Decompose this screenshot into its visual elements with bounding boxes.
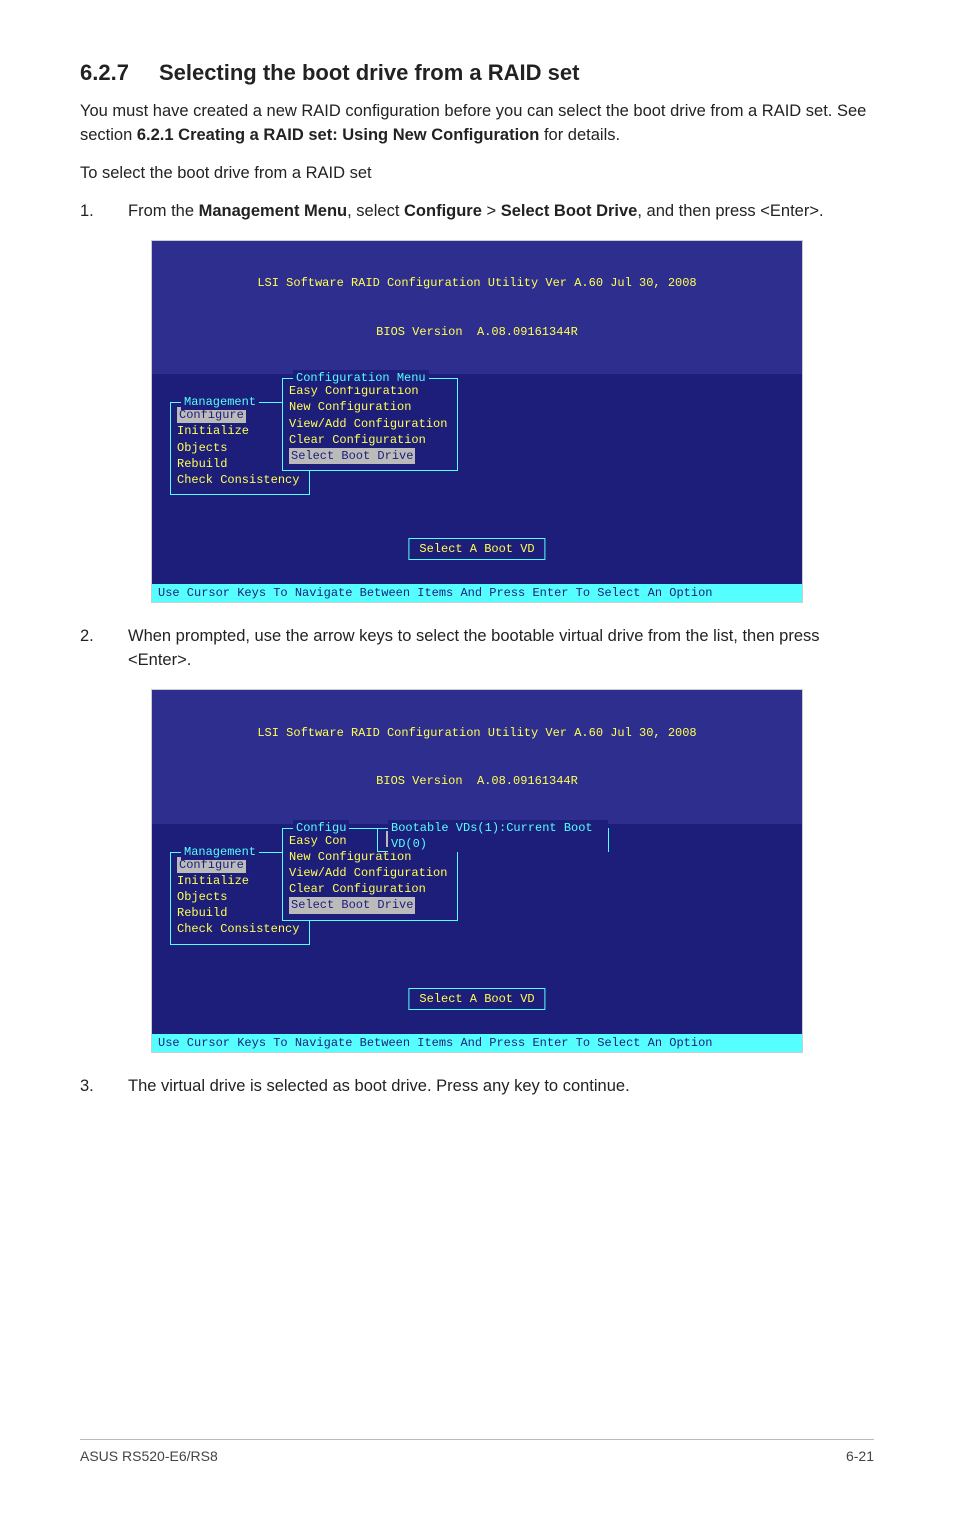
bootable-vds-box: Bootable VDs(1):Current Boot VD(0) Boot … [377, 828, 609, 852]
bios-body: Management Configure Initialize Objects … [152, 374, 802, 584]
cfg-item-select-boot: Select Boot Drive [289, 448, 415, 464]
intro-paragraph-1: You must have created a new RAID configu… [80, 100, 874, 148]
s1-d: Configure [404, 202, 482, 220]
bios-header-l1: LSI Software RAID Configuration Utility … [152, 275, 802, 291]
s1-e: > [482, 202, 501, 220]
configuration-menu-title: Configuration Menu [293, 370, 429, 386]
cfg2-item-clear: Clear Configuration [289, 881, 447, 897]
mgmt-item-check: Check Consistency [177, 472, 299, 488]
s1-a: From the [128, 202, 199, 220]
s1-g: , and then press <Enter>. [637, 202, 823, 220]
bios-body-2: Management Configure Initialize Objects … [152, 824, 802, 1034]
cfg-item-new: New Configuration [289, 399, 447, 415]
step-3-text: The virtual drive is selected as boot dr… [128, 1075, 874, 1099]
step-1-text: From the Management Menu, select Configu… [128, 200, 874, 224]
page-footer: ASUS RS520-E6/RS8 6-21 [80, 1439, 874, 1464]
footer-left: ASUS RS520-E6/RS8 [80, 1448, 218, 1464]
bios-header-l2: BIOS Version A.08.09161344R [152, 324, 802, 340]
s1-f: Select Boot Drive [501, 202, 638, 220]
step-2-number: 2. [80, 625, 100, 673]
step-3: 3. The virtual drive is selected as boot… [80, 1075, 874, 1099]
mgmt2-item-check: Check Consistency [177, 921, 299, 937]
bios-screenshot-1: LSI Software RAID Configuration Utility … [151, 240, 803, 604]
section-number: 6.2.7 [80, 60, 129, 86]
cfg2-item-view: View/Add Configuration [289, 865, 447, 881]
hint-box-2: Select A Boot VD [408, 988, 545, 1010]
bios-screenshot-2: LSI Software RAID Configuration Utility … [151, 689, 803, 1053]
management-menu-title: Management [181, 394, 259, 410]
intro-ref-bold: 6.2.1 Creating a RAID set: Using New Con… [137, 126, 539, 144]
step-3-number: 3. [80, 1075, 100, 1099]
step-2: 2. When prompted, use the arrow keys to … [80, 625, 874, 673]
bios-footer: Use Cursor Keys To Navigate Between Item… [152, 584, 802, 602]
step-1: 1. From the Management Menu, select Conf… [80, 200, 874, 224]
footer-right: 6-21 [846, 1448, 874, 1464]
section-title: Selecting the boot drive from a RAID set [159, 60, 580, 86]
s1-c: , select [347, 202, 404, 220]
section-heading: 6.2.7 Selecting the boot drive from a RA… [80, 60, 874, 86]
bios-header-2: LSI Software RAID Configuration Utility … [152, 690, 802, 824]
cfg-item-clear: Clear Configuration [289, 432, 447, 448]
bios-header-2-l1: LSI Software RAID Configuration Utility … [152, 725, 802, 741]
cfg2-item-select-boot: Select Boot Drive [289, 897, 415, 913]
bios-header: LSI Software RAID Configuration Utility … [152, 241, 802, 375]
step-2-text: When prompted, use the arrow keys to sel… [128, 625, 874, 673]
hint-box: Select A Boot VD [408, 538, 545, 560]
management-menu-title-2: Management [181, 844, 259, 860]
configuration-menu: Configuration Menu Easy Configuration Ne… [282, 378, 458, 471]
intro-text-c: for details. [539, 126, 620, 144]
bios-header-2-l2: BIOS Version A.08.09161344R [152, 773, 802, 789]
s1-b: Management Menu [199, 202, 348, 220]
bootable-vds-title: Bootable VDs(1):Current Boot VD(0) [388, 820, 608, 852]
cfg-item-view: View/Add Configuration [289, 416, 447, 432]
intro-paragraph-2: To select the boot drive from a RAID set [80, 162, 874, 186]
configuration-menu-title-2: Configu [293, 820, 349, 836]
step-1-number: 1. [80, 200, 100, 224]
bios-footer-2: Use Cursor Keys To Navigate Between Item… [152, 1034, 802, 1052]
